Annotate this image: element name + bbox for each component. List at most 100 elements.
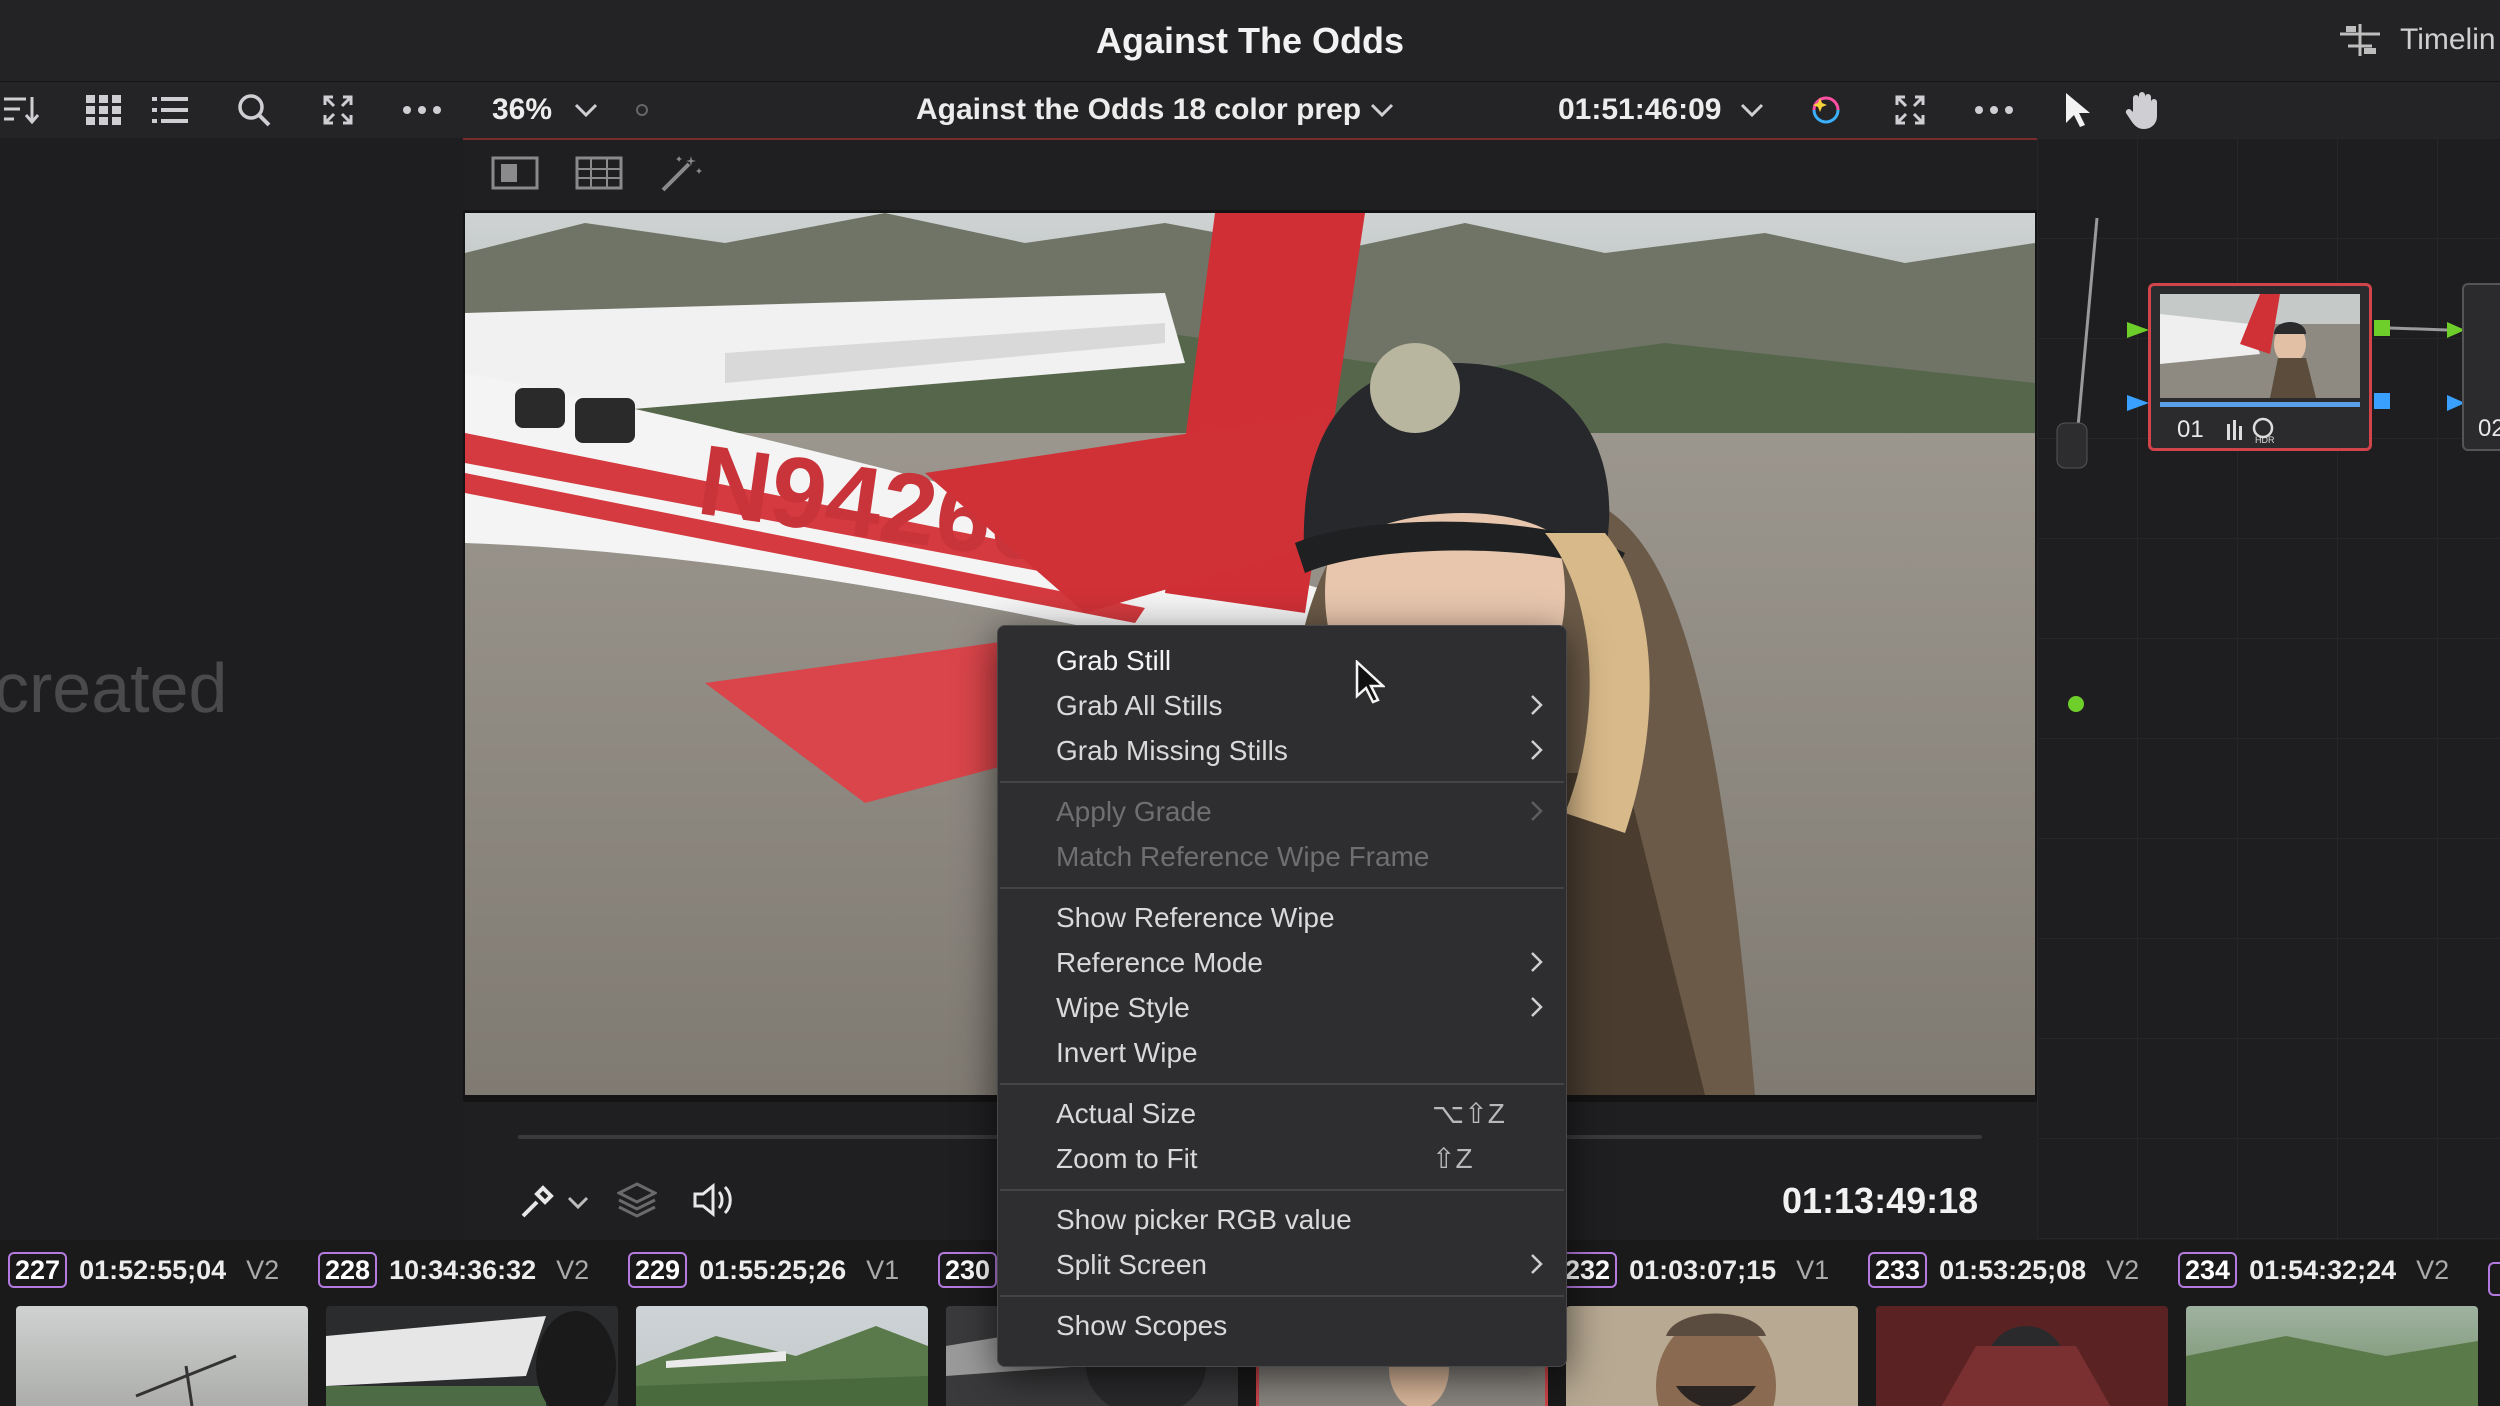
viewer-more-options-icon[interactable] [1974,90,2014,130]
menu-item-grab-still[interactable]: Grab Still [998,638,1566,683]
menu-item-grab-all-stills[interactable]: Grab All Stills [998,683,1566,728]
magic-wand-icon[interactable] [659,152,703,199]
menu-item-reference-mode[interactable]: Reference Mode [998,940,1566,985]
menu-item-label: Grab All Stills [1056,689,1223,721]
clip-thumbnail[interactable]: 228 10:34:36:32 V2 [318,1250,628,1406]
split-viewer-icon[interactable] [575,156,623,195]
audio-volume-icon[interactable] [691,1182,735,1223]
clip-timecode: 01:03:07;15 [1629,1254,1777,1285]
corrector-node-02[interactable]: 02 [2462,283,2500,451]
menu-item-grab-missing-stills[interactable]: Grab Missing Stills [998,728,1566,773]
clip-thumbnail[interactable]: 232 01:03:07;15 V1 [1558,1250,1868,1406]
timeline-button[interactable]: Timelin [2338,22,2496,58]
clip-thumbnail[interactable]: 234 01:54:32;24 V2 [2178,1250,2488,1406]
timecode-dropdown-chevron-icon[interactable] [1732,90,1772,130]
highlight-mode-icon[interactable] [1806,90,1846,130]
submenu-chevron-icon [1531,740,1543,760]
menu-item-label: Actual Size [1056,1097,1197,1129]
clip-track: V1 [866,1254,900,1285]
submenu-chevron-icon [1531,1254,1543,1274]
node-label: 02 [2478,415,2500,442]
clip-timecode: 01:53:25;08 [1939,1254,2087,1285]
search-icon[interactable] [234,90,274,130]
more-options-icon[interactable] [402,90,442,130]
clip-image [2186,1306,2478,1406]
menu-item-label: Show Reference Wipe [1056,901,1335,933]
menu-item-label: Reference Mode [1056,946,1264,978]
menu-item-zoom-to-fit[interactable]: Zoom to Fit ⇧Z [998,1136,1566,1181]
viewer-header [463,138,2037,210]
menu-item-match-reference-wipe-frame: Match Reference Wipe Frame [998,834,1566,879]
clip-image [16,1306,308,1406]
menu-item-label: Match Reference Wipe Frame [1056,840,1430,872]
menu-separator [1000,781,1564,783]
clip-track: V1 [1796,1254,1830,1285]
menu-item-label: Zoom to Fit [1056,1142,1198,1174]
clip-image [326,1306,618,1406]
clip-timecode: 01:54:32;24 [2249,1254,2397,1285]
sort-icon[interactable] [2,90,42,130]
clip-track: V2 [556,1254,590,1285]
clip-thumbnail[interactable]: 227 01:52:55;04 V2 [8,1250,318,1406]
layers-icon[interactable] [615,1182,659,1223]
node-label: 01 [2177,416,2204,443]
playhead-timecode: 01:13:49:18 [1782,1180,1979,1221]
node-input-dot-icon[interactable] [2068,696,2084,712]
menu-item-split-screen[interactable]: Split Screen [998,1242,1566,1287]
clip-track: V2 [246,1254,280,1285]
grid-view-icon[interactable] [84,90,124,130]
menu-item-label: Show Scopes [1056,1309,1228,1341]
menu-item-actual-size[interactable]: Actual Size ⌥⇧Z [998,1091,1566,1136]
clip-track: V2 [2106,1254,2140,1285]
viewer-context-menu: Grab Still Grab All Stills Grab Missing … [997,625,1567,1367]
timeline-name[interactable]: Against the Odds 18 color prep [916,90,1361,130]
clip-thumbnail[interactable]: 229 01:55:25;26 V1 [628,1250,938,1406]
menu-item-label: Invert Wipe [1056,1036,1198,1068]
timeline-label: Timelin [2400,23,2496,56]
menu-item-invert-wipe[interactable]: Invert Wipe [998,1030,1566,1075]
clip-number: 227 [8,1252,68,1288]
list-view-icon[interactable] [150,90,190,130]
menu-separator [1000,887,1564,889]
clip-timecode: 10:34:36:32 [389,1254,537,1285]
clip-thumbnail[interactable]: 233 01:53:25;08 V2 [1868,1250,2178,1406]
node-thumbnail [2160,294,2360,398]
menu-item-wipe-style[interactable]: Wipe Style [998,985,1566,1030]
clip-timecode: 01:52:55;04 [79,1254,227,1285]
node-hdr-icons: HDR [2227,417,2275,444]
timeline-dropdown-chevron-icon[interactable] [1362,90,1402,130]
menu-item-show-picker-rgb-value[interactable]: Show picker RGB value [998,1197,1566,1242]
menu-separator [1000,1189,1564,1191]
submenu-chevron-icon [1531,997,1543,1017]
corrector-node-01[interactable]: 01 HDR [2148,283,2372,451]
svg-text:HDR: HDR [2255,435,2275,444]
clip-number: 229 [628,1252,688,1288]
indicator-dot-icon [622,90,662,130]
menu-item-label: Grab Missing Stills [1056,734,1288,766]
picker-icon[interactable] [519,1182,557,1225]
submenu-chevron-icon [1531,801,1543,821]
source-timecode[interactable]: 01:51:46:09 [1558,90,1721,130]
zoom-dropdown-chevron-icon[interactable] [566,90,606,130]
menu-item-show-reference-wipe[interactable]: Show Reference Wipe [998,895,1566,940]
single-viewer-icon[interactable] [491,156,539,195]
zoom-level[interactable]: 36% [492,90,552,130]
window-title: Against The Odds [1095,20,1405,61]
submenu-chevron-icon [1531,952,1543,972]
menu-item-label: Wipe Style [1056,991,1190,1023]
pointer-tool-icon[interactable] [2056,90,2096,130]
clip-track: V2 [2416,1254,2450,1285]
gallery-panel: created [0,138,463,1240]
menu-item-label: Show picker RGB value [1056,1203,1352,1235]
menu-item-show-scopes[interactable]: Show Scopes [998,1303,1566,1348]
menu-item-apply-grade: Apply Grade [998,789,1566,834]
menu-item-label: Grab Still [1056,644,1172,676]
expand-icon[interactable] [318,90,358,130]
hand-tool-icon[interactable] [2122,90,2162,130]
gallery-empty-text: created [0,649,228,727]
picker-chevron-down-icon[interactable] [567,1196,589,1215]
menu-item-label: Apply Grade [1056,795,1212,827]
fullscreen-icon[interactable] [1890,90,1930,130]
menu-separator [1000,1083,1564,1085]
clip-number: 234 [2178,1252,2238,1288]
